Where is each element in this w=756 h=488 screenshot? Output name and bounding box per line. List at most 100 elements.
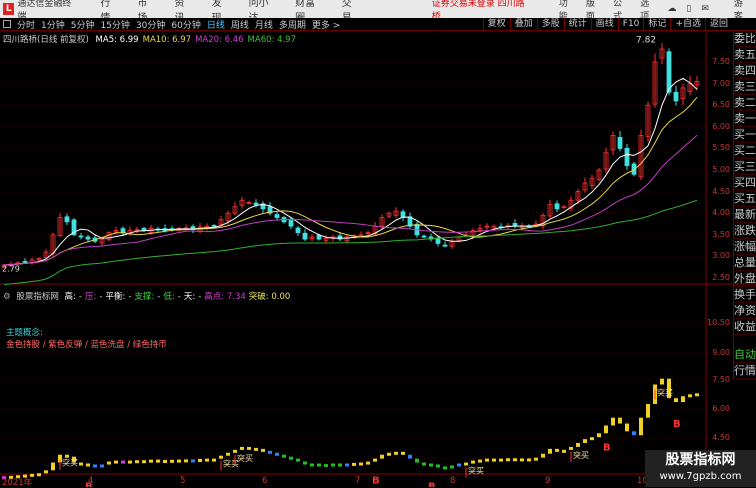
indicator-bar bbox=[275, 452, 279, 456]
indicator-bar bbox=[324, 464, 328, 468]
side-item[interactable]: 行情 bbox=[734, 363, 756, 379]
indicator-bar bbox=[695, 393, 699, 397]
indicator-title: 股票指标网 bbox=[16, 292, 59, 302]
indicator-value: 压: bbox=[85, 292, 97, 302]
candle-down bbox=[288, 220, 294, 227]
kline-chart[interactable]: 7.822.79突买 突买突买突买突买突买BBBBB bbox=[0, 0, 756, 487]
indicator-bar bbox=[205, 458, 209, 462]
indicator-bar bbox=[632, 431, 636, 436]
indicator-bar bbox=[611, 417, 615, 426]
ma5-line bbox=[3, 77, 698, 266]
indicator-value: 高点: 7.34 bbox=[204, 292, 246, 302]
side-item[interactable]: 卖五 bbox=[734, 47, 756, 63]
indicator-bar bbox=[485, 458, 489, 462]
indicator-bar bbox=[373, 458, 377, 462]
watermark: 股票指标网 www.7gpzb.com bbox=[645, 450, 756, 487]
side-item[interactable]: 买一 bbox=[734, 127, 756, 143]
side-item[interactable]: 最新 bbox=[734, 207, 756, 223]
indicator-bar bbox=[317, 463, 321, 467]
indicator-bar bbox=[282, 454, 286, 458]
indicator-bar bbox=[149, 459, 153, 463]
side-item[interactable]: 卖三 bbox=[734, 79, 756, 95]
indicator-bar bbox=[100, 464, 104, 468]
indicator-bar bbox=[541, 453, 545, 458]
ma-legend: 四川路桥(日线 前复权) MA5: 6.99 MA10: 6.97 MA20: 6.… bbox=[3, 33, 304, 45]
indicator-bar bbox=[261, 448, 265, 452]
indicator-bar bbox=[499, 458, 503, 462]
side-item[interactable]: 买四 bbox=[734, 175, 756, 191]
buy-signal-label: 突买 bbox=[62, 458, 78, 468]
indicator-bar bbox=[520, 458, 524, 462]
indicator-bar bbox=[471, 460, 475, 464]
indicator-bar bbox=[457, 463, 461, 467]
b-signal-label: B bbox=[428, 481, 436, 487]
side-item[interactable]: 换手 bbox=[734, 287, 756, 303]
indicator-bar bbox=[247, 446, 251, 450]
indicator-bar bbox=[527, 458, 531, 462]
indicator-bar bbox=[688, 394, 692, 398]
side-item[interactable]: 买三 bbox=[734, 159, 756, 175]
candle-down bbox=[120, 228, 126, 234]
indicator-value: - bbox=[157, 292, 161, 302]
indicator-bar bbox=[226, 452, 230, 456]
indicator-value: 天: bbox=[183, 292, 196, 302]
candle-down bbox=[624, 147, 630, 167]
side-item[interactable]: 卖二 bbox=[734, 95, 756, 111]
indicator-axis-label: 6.00 bbox=[712, 404, 730, 413]
side-item[interactable]: 买五 bbox=[734, 191, 756, 207]
indicator-bar bbox=[562, 449, 566, 453]
date-label: 4 bbox=[88, 476, 94, 486]
side-item[interactable]: 卖一 bbox=[734, 111, 756, 127]
date-label: 2021年 bbox=[2, 478, 33, 488]
watermark-url: www.7gpzb.com bbox=[659, 471, 742, 482]
side-item[interactable]: 净资 bbox=[734, 303, 756, 319]
indicator-bar bbox=[513, 458, 517, 462]
indicator-bar bbox=[366, 461, 370, 465]
side-item[interactable]: 委比 bbox=[734, 31, 756, 47]
indicator-bar bbox=[121, 460, 125, 464]
indicator-bar bbox=[219, 455, 223, 459]
indicator-gear-icon[interactable]: ⚙ bbox=[3, 292, 11, 302]
candle-down bbox=[211, 225, 217, 227]
side-item[interactable]: 收益 bbox=[734, 319, 756, 335]
indicator-bar bbox=[170, 459, 174, 463]
indicator-bar bbox=[289, 456, 293, 460]
chart-title: 四川路桥(日线 前复权) bbox=[3, 35, 89, 45]
side-item[interactable]: 涨幅 bbox=[734, 239, 756, 255]
buy-signal-label: 突买 bbox=[237, 453, 253, 463]
indicator-bar bbox=[478, 459, 482, 463]
indicator-bar bbox=[86, 463, 90, 467]
indicator-value: 突破: 0.00 bbox=[248, 292, 291, 302]
indicator-axis-label: 7.50 bbox=[712, 375, 730, 384]
theme-title: 主题概念: bbox=[6, 328, 43, 338]
date-label: 8 bbox=[450, 476, 456, 486]
low-price-label: 2.79 bbox=[2, 265, 20, 274]
price-axis-label: 3.50 bbox=[712, 229, 730, 239]
price-axis-label: 5.50 bbox=[712, 143, 730, 153]
indicator-bar bbox=[639, 417, 643, 436]
date-label: 6 bbox=[262, 476, 268, 486]
side-item[interactable]: 自动 bbox=[734, 347, 756, 363]
indicator-bar bbox=[534, 457, 538, 461]
date-label: 7 bbox=[355, 476, 361, 486]
side-item[interactable]: 外盘 bbox=[734, 271, 756, 287]
indicator-value: - bbox=[78, 292, 82, 302]
indicator-bar bbox=[660, 378, 664, 385]
ma60-line bbox=[3, 199, 698, 285]
watermark-name: 股票指标网 bbox=[665, 452, 736, 468]
indicator-bar bbox=[345, 463, 349, 467]
indicator-bar bbox=[674, 398, 678, 403]
side-item[interactable]: 买二 bbox=[734, 143, 756, 159]
indicator-value: 平衡: bbox=[105, 292, 126, 302]
side-item[interactable]: 卖四 bbox=[734, 63, 756, 79]
indicator-bar bbox=[338, 463, 342, 467]
ma-label: MA10: 6.97 bbox=[142, 35, 192, 45]
side-item[interactable]: 涨跌 bbox=[734, 223, 756, 239]
side-item[interactable]: 总量 bbox=[734, 255, 756, 271]
indicator-bar bbox=[163, 459, 167, 463]
indicator-bar bbox=[177, 459, 181, 463]
price-axis-label: 7.50 bbox=[712, 57, 730, 66]
buy-signal-label: 突买 bbox=[468, 466, 484, 476]
buy-signal-label: 突买 bbox=[573, 450, 589, 460]
candle-down bbox=[253, 202, 259, 205]
